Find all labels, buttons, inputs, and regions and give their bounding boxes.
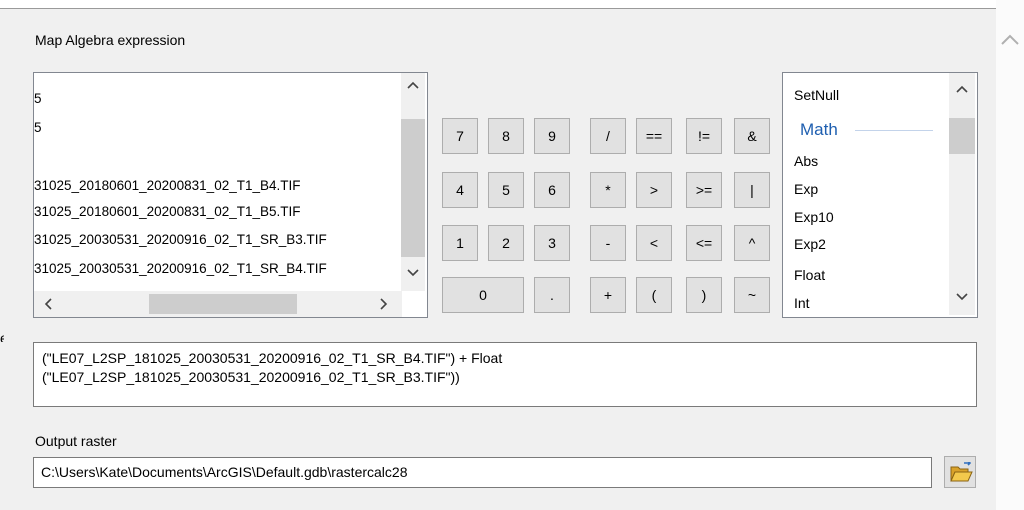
scroll-thumb[interactable] (149, 294, 297, 314)
function-item[interactable]: Abs (794, 153, 818, 169)
chevron-right-icon[interactable] (374, 291, 394, 317)
scroll-thumb[interactable] (949, 118, 975, 154)
top-divider (0, 0, 996, 9)
key-minus[interactable]: - (590, 225, 626, 261)
key-and[interactable]: & (734, 118, 770, 154)
layer-item[interactable]: 5 (34, 91, 42, 106)
expression-line: ("LE07_L2SP_181025_20030531_20200916_02_… (42, 350, 503, 366)
chevron-down-icon[interactable] (949, 287, 975, 307)
key-decimal[interactable]: . (534, 277, 570, 313)
function-item[interactable]: Int (794, 295, 810, 311)
function-group-header: Math (800, 120, 838, 139)
key-greater[interactable]: > (636, 172, 672, 208)
layers-list[interactable]: 5 5 31025_20180601_20200831_02_T1_B4.TIF… (33, 72, 428, 318)
layer-item[interactable]: 31025_20030531_20200916_02_T1_SR_B4.TIF (34, 261, 327, 276)
key-2[interactable]: 2 (488, 225, 524, 261)
key-or[interactable]: | (734, 172, 770, 208)
key-9[interactable]: 9 (534, 118, 570, 154)
output-raster-field[interactable]: C:\Users\Kate\Documents\ArcGIS\Default.g… (33, 457, 932, 488)
layer-item[interactable]: 31025_20030531_20200916_02_T1_SR_B3.TIF (34, 232, 327, 247)
key-8[interactable]: 8 (488, 118, 524, 154)
key-divide[interactable]: / (590, 118, 626, 154)
functions-list[interactable]: SetNull Math Abs Exp Exp10 Exp2 Float In… (782, 72, 978, 318)
key-xor[interactable]: ^ (734, 225, 770, 261)
key-7[interactable]: 7 (442, 118, 478, 154)
key-6[interactable]: 6 (534, 172, 570, 208)
layers-vertical-scrollbar[interactable] (401, 73, 425, 291)
key-less[interactable]: < (636, 225, 672, 261)
key-not[interactable]: ~ (734, 277, 770, 313)
expression-line: ("LE07_L2SP_181025_20030531_20200916_02_… (42, 369, 460, 385)
chevron-up-icon[interactable] (401, 75, 425, 95)
folder-open-icon (950, 462, 973, 482)
functions-vertical-scrollbar[interactable] (949, 73, 975, 315)
chevron-up-icon[interactable] (949, 79, 975, 99)
layer-item[interactable]: 31025_20180601_20200831_02_T1_B5.TIF (34, 204, 301, 219)
function-item[interactable]: Exp10 (794, 209, 834, 225)
key-3[interactable]: 3 (534, 225, 570, 261)
key-less-equal[interactable]: <= (686, 225, 722, 261)
key-4[interactable]: 4 (442, 172, 478, 208)
function-item[interactable]: Float (794, 267, 825, 283)
map-algebra-label: Map Algebra expression (35, 32, 186, 48)
key-0[interactable]: 0 (442, 277, 524, 313)
dialog-scrollbar[interactable] (996, 0, 1024, 510)
layer-item[interactable]: 31025_20180601_20200831_02_T1_B4.TIF (34, 178, 301, 193)
browse-button[interactable] (944, 456, 976, 488)
layer-item[interactable]: 5 (34, 120, 42, 135)
function-item[interactable]: Exp (794, 181, 818, 197)
function-item[interactable]: Exp2 (794, 236, 826, 252)
chevron-down-icon[interactable] (401, 263, 425, 283)
key-open-paren[interactable]: ( (636, 277, 672, 313)
key-close-paren[interactable]: ) (686, 277, 722, 313)
scroll-thumb[interactable] (401, 119, 425, 257)
clipped-label-fragment: e (0, 330, 4, 342)
chevron-up-icon[interactable] (998, 32, 1022, 48)
layers-horizontal-scrollbar[interactable] (34, 291, 402, 317)
chevron-left-icon[interactable] (38, 291, 58, 317)
function-item[interactable]: SetNull (794, 87, 839, 103)
output-raster-value: C:\Users\Kate\Documents\ArcGIS\Default.g… (41, 464, 408, 480)
key-multiply[interactable]: * (590, 172, 626, 208)
key-not-equal[interactable]: != (686, 118, 722, 154)
output-raster-label: Output raster (35, 433, 117, 449)
key-equal[interactable]: == (636, 118, 672, 154)
key-1[interactable]: 1 (442, 225, 478, 261)
expression-textbox[interactable]: ("LE07_L2SP_181025_20030531_20200916_02_… (33, 342, 977, 407)
group-divider (855, 130, 933, 131)
key-plus[interactable]: + (590, 277, 626, 313)
key-greater-equal[interactable]: >= (686, 172, 722, 208)
key-5[interactable]: 5 (488, 172, 524, 208)
